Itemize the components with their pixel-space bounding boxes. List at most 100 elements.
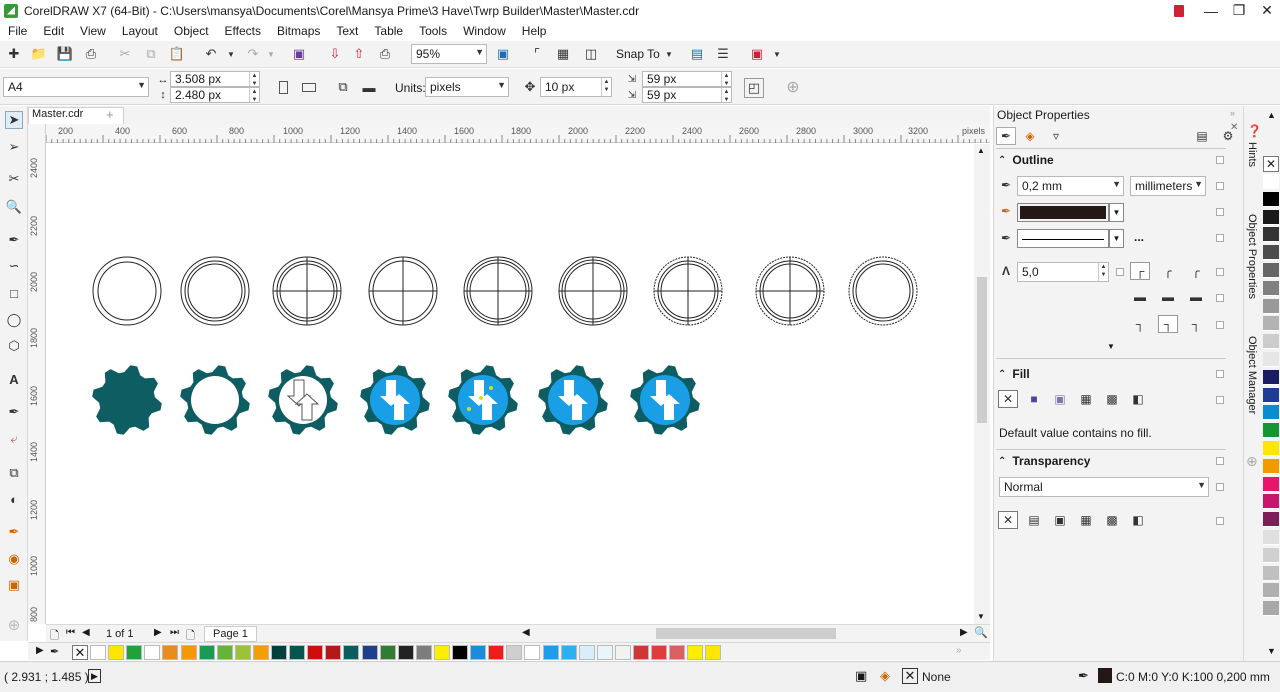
menu-view[interactable]: View bbox=[72, 24, 114, 38]
palette-swatch[interactable] bbox=[578, 645, 595, 660]
color-swatch[interactable] bbox=[1263, 547, 1279, 563]
horizontal-scroll-thumb[interactable] bbox=[656, 628, 836, 639]
menu-table[interactable]: Table bbox=[366, 24, 411, 38]
color-proofing-icon[interactable]: ▣ bbox=[855, 668, 867, 684]
palette-swatch[interactable] bbox=[705, 645, 722, 660]
palette-swatch[interactable] bbox=[614, 645, 631, 660]
color-eyedropper-icon[interactable]: ✒ bbox=[5, 523, 23, 541]
uniform-fill-icon[interactable]: ■ bbox=[1024, 390, 1044, 408]
import-icon[interactable]: ⇩ bbox=[326, 45, 344, 63]
postscript-fill-icon[interactable]: ◧ bbox=[1128, 390, 1148, 408]
zoom-tool-icon[interactable]: 🔍 bbox=[5, 198, 23, 216]
menu-window[interactable]: Window bbox=[455, 24, 514, 38]
color-swatch[interactable] bbox=[1263, 191, 1279, 207]
gear-icon[interactable] bbox=[538, 365, 608, 435]
rectangle-tool-icon[interactable]: □ bbox=[5, 284, 23, 302]
options-icon[interactable]: ☰ bbox=[714, 45, 732, 63]
color-swatch[interactable] bbox=[1263, 298, 1279, 314]
panel-summary-icon[interactable]: ▤ bbox=[1192, 127, 1212, 145]
artistic-media-icon[interactable]: ∽ bbox=[5, 257, 23, 275]
gear-icon[interactable] bbox=[448, 365, 518, 435]
bitmap-pattern-fill-icon[interactable]: ▩ bbox=[1102, 390, 1122, 408]
scroll-down-icon[interactable]: ▼ bbox=[977, 612, 985, 621]
paste-icon[interactable]: 📋 bbox=[168, 45, 186, 63]
scroll-left-icon[interactable]: ◀ bbox=[522, 627, 530, 638]
object-properties-tab[interactable]: Object Properties bbox=[1246, 214, 1258, 299]
hints-tab[interactable]: Hints bbox=[1246, 142, 1258, 167]
redo-dropdown-icon[interactable]: ▼ bbox=[262, 45, 280, 63]
line-style-select[interactable] bbox=[1017, 229, 1109, 248]
ring-plain[interactable] bbox=[92, 256, 162, 326]
menu-edit[interactable]: Edit bbox=[35, 24, 72, 38]
page-size-select[interactable]: A4 ▼ bbox=[3, 77, 149, 97]
palette-swatch[interactable] bbox=[651, 645, 668, 660]
fill-section-header[interactable]: ⌃ Fill bbox=[998, 364, 1230, 384]
zoom-navigator-icon[interactable]: 🔍 bbox=[974, 626, 988, 639]
outline-width-select[interactable]: 0,2 mm ▼ bbox=[1017, 176, 1124, 196]
outside-position-icon[interactable]: ┐ bbox=[1130, 315, 1150, 333]
palette-swatch[interactable] bbox=[162, 645, 179, 660]
interactive-fill-icon[interactable]: ◉ bbox=[5, 550, 23, 568]
palette-swatch[interactable] bbox=[560, 645, 577, 660]
color-swatch[interactable] bbox=[1263, 387, 1279, 403]
close-window-button[interactable]: ✕ bbox=[1252, 0, 1280, 21]
palette-swatch[interactable] bbox=[144, 645, 161, 660]
no-transparency-icon[interactable]: ✕ bbox=[998, 511, 1018, 529]
page-tab-1[interactable]: Page 1 bbox=[204, 626, 257, 642]
no-color-swatch[interactable]: ✕ bbox=[1263, 156, 1279, 172]
option-checkbox[interactable] bbox=[1216, 396, 1224, 404]
menu-tools[interactable]: Tools bbox=[411, 24, 455, 38]
fountain-transparency-icon[interactable]: ▣ bbox=[1050, 511, 1070, 529]
ring-crosshair-4[interactable] bbox=[558, 256, 628, 326]
spinner-icon[interactable]: ▲ ▼ bbox=[249, 88, 259, 103]
ring-crosshair-1[interactable] bbox=[272, 256, 342, 326]
pick-tool-icon[interactable]: ➤ bbox=[5, 111, 23, 129]
option-checkbox[interactable] bbox=[1216, 182, 1224, 190]
color-swatch[interactable] bbox=[1263, 583, 1279, 599]
polygon-tool-icon[interactable]: ⬡ bbox=[5, 337, 23, 355]
chevron-down-icon[interactable]: ▼ bbox=[1109, 203, 1124, 222]
vector-pattern-transparency-icon[interactable]: ▦ bbox=[1076, 511, 1096, 529]
first-page-icon[interactable]: ⏮ bbox=[66, 627, 75, 638]
add-toolbar-icon[interactable]: ⊕ bbox=[784, 78, 802, 96]
spinner-icon[interactable]: ▲ ▼ bbox=[721, 72, 731, 87]
section-pin-checkbox[interactable] bbox=[1216, 156, 1224, 164]
undo-dropdown-icon[interactable]: ▼ bbox=[222, 45, 240, 63]
palette-swatch[interactable] bbox=[252, 645, 269, 660]
color-swatch[interactable] bbox=[1263, 530, 1279, 545]
full-screen-preview-icon[interactable]: ▣ bbox=[494, 45, 512, 63]
menu-file[interactable]: File bbox=[0, 24, 35, 38]
palette-forward-icon[interactable]: » bbox=[956, 645, 962, 656]
transparency-section-header[interactable]: ⌃ Transparency bbox=[998, 451, 1230, 471]
transparency-tab-icon[interactable]: ▿ bbox=[1046, 127, 1066, 145]
new-document-icon[interactable]: ✚ bbox=[5, 45, 23, 63]
palette-swatch[interactable] bbox=[271, 645, 287, 660]
color-swatch[interactable] bbox=[1263, 565, 1279, 581]
restore-button[interactable]: ❐ bbox=[1224, 0, 1254, 21]
add-tool-icon[interactable]: ⊕ bbox=[5, 616, 23, 634]
bitmap-pattern-transparency-icon[interactable]: ▩ bbox=[1102, 511, 1122, 529]
palette-swatch[interactable] bbox=[633, 645, 649, 660]
current-page-icon[interactable]: ▬ bbox=[360, 78, 378, 96]
text-tool-icon[interactable]: A bbox=[5, 370, 23, 388]
palette-swatch[interactable] bbox=[126, 645, 143, 660]
launcher-dropdown-icon[interactable]: ▼ bbox=[768, 45, 786, 63]
spinner-icon[interactable]: ▲ ▼ bbox=[249, 72, 259, 87]
palette-swatch[interactable] bbox=[379, 645, 396, 660]
no-color-swatch[interactable]: ✕ bbox=[72, 645, 88, 660]
color-swatch[interactable] bbox=[1263, 174, 1279, 189]
object-manager-tab[interactable]: Object Manager bbox=[1246, 336, 1258, 414]
freehand-tool-icon[interactable]: ✒ bbox=[5, 231, 23, 249]
previous-page-icon[interactable]: ◀ bbox=[82, 627, 90, 638]
palette-swatch[interactable] bbox=[524, 645, 541, 660]
print-icon[interactable]: ⎙ bbox=[82, 45, 100, 63]
color-swatch[interactable] bbox=[1263, 405, 1279, 421]
palette-swatch[interactable] bbox=[90, 645, 106, 660]
more-line-styles-button[interactable]: ... bbox=[1134, 230, 1144, 244]
fill-none-swatch[interactable]: ✕ bbox=[902, 668, 918, 684]
menu-text[interactable]: Text bbox=[328, 24, 366, 38]
palette-swatch[interactable] bbox=[180, 645, 197, 660]
duplicate-x-input[interactable]: 59 px ▲ ▼ bbox=[642, 71, 732, 87]
crop-tool-icon[interactable]: ✂ bbox=[5, 170, 23, 188]
copy-icon[interactable]: ⧉ bbox=[142, 45, 160, 63]
